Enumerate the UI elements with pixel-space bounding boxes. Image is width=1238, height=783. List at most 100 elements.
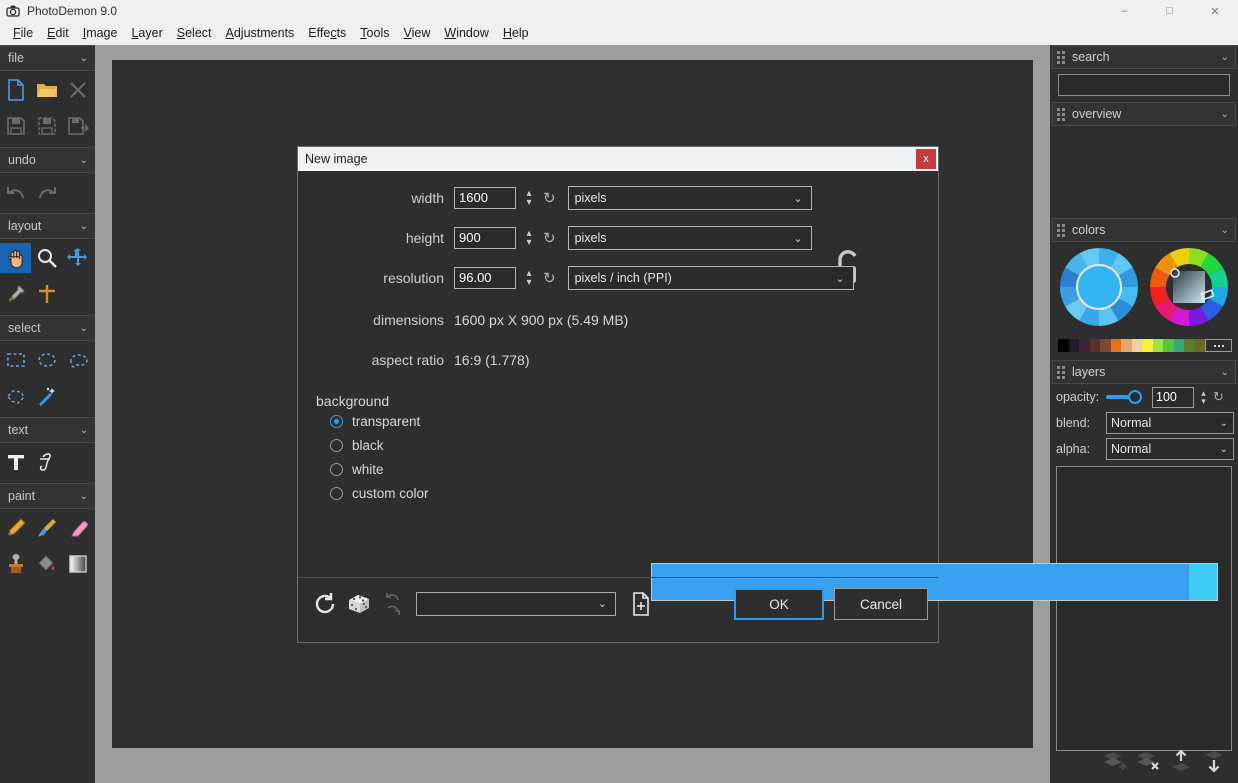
paint-bucket-icon[interactable] [31,549,62,579]
height-input[interactable]: 900 [454,227,516,249]
spinner-icon[interactable]: ▴▾ [522,189,536,207]
radio-white[interactable] [330,463,343,476]
polygon-select-icon[interactable] [0,381,31,411]
swatch[interactable] [1121,339,1132,352]
magnifier-zoom-icon[interactable] [31,243,62,273]
panel-header-search[interactable]: search ⌄ [1052,45,1236,69]
swatch[interactable] [1142,339,1153,352]
toolgroup-header-layout[interactable]: layout ⌄ [0,213,95,239]
radio-transparent[interactable] [330,415,343,428]
close-x-icon[interactable] [62,75,93,105]
undo-arrow-icon[interactable] [0,177,31,207]
resolution-input[interactable]: 96.00 [454,267,516,289]
menu-view[interactable]: View [396,23,437,44]
alpha-mode-select[interactable]: Normal ⌄ [1106,438,1234,460]
radio-custom-color[interactable] [330,487,343,500]
toolgroup-header-file[interactable]: file ⌄ [0,45,95,71]
ellipse-select-icon[interactable] [31,345,62,375]
menu-file[interactable]: File [6,23,40,44]
search-input[interactable] [1058,74,1230,96]
more-colors-button[interactable] [1205,339,1232,352]
background-option-black[interactable]: black [330,433,938,457]
crosshair-measure-icon[interactable] [31,279,62,309]
opacity-value-input[interactable]: 100 [1152,387,1194,408]
dice-icon[interactable] [342,587,376,621]
swatch[interactable] [1069,339,1080,352]
menu-window[interactable]: Window [437,23,495,44]
background-option-transparent[interactable]: transparent [330,409,938,433]
spinner-icon[interactable]: ▴▾ [1198,389,1209,405]
swatch[interactable] [1058,339,1069,352]
magic-wand-icon[interactable] [31,381,62,411]
drag-grip-icon[interactable] [1055,365,1067,379]
cancel-button[interactable]: Cancel [834,588,928,620]
save-preset-file-icon[interactable] [624,587,658,621]
reset-arrow-icon[interactable]: ↻ [543,269,556,287]
panel-header-colors[interactable]: colors ⌄ [1052,218,1236,242]
swatch[interactable] [1195,339,1206,352]
redo-arrow-icon[interactable] [31,177,62,207]
slider-knob[interactable] [1128,390,1142,404]
menu-select[interactable]: Select [170,23,219,44]
toolgroup-header-select[interactable]: select ⌄ [0,315,95,341]
pencil-icon[interactable] [0,513,31,543]
height-unit-select[interactable]: pixels ⌄ [568,226,812,250]
custom-color-secondary[interactable] [1189,564,1217,600]
delete-layer-icon[interactable] [1136,750,1160,777]
swatch[interactable] [1090,339,1101,352]
menu-edit[interactable]: Edit [40,23,76,44]
toolgroup-header-text[interactable]: text ⌄ [0,417,95,443]
preset-select[interactable]: ⌄ [416,592,616,616]
clone-stamp-icon[interactable] [0,549,31,579]
background-option-custom-color[interactable]: custom color [330,481,938,505]
width-input[interactable]: 1600 [454,187,516,209]
lasso-select-icon[interactable] [62,345,93,375]
save-copy-icon[interactable] [62,111,93,141]
panel-header-layers[interactable]: layers ⌄ [1052,360,1236,384]
layer-list[interactable] [1056,466,1232,751]
background-option-white[interactable]: white [330,457,938,481]
save-icon[interactable] [0,111,31,141]
drag-grip-icon[interactable] [1055,50,1067,64]
menu-adjustments[interactable]: Adjustments [219,23,302,44]
menu-tools[interactable]: Tools [353,23,396,44]
maximize-button[interactable]: □ [1147,0,1192,22]
swatch[interactable] [1079,339,1090,352]
minimize-button[interactable]: – [1102,0,1147,22]
spinner-icon[interactable]: ▴▾ [522,229,536,247]
recent-color-wheel[interactable] [1058,246,1140,333]
resolution-unit-select[interactable]: pixels / inch (PPI) ⌄ [568,266,854,290]
move-arrows-icon[interactable] [62,243,93,273]
spinner-icon[interactable]: ▴▾ [522,269,536,287]
swatch[interactable] [1163,339,1174,352]
color-swatch-strip[interactable] [1058,339,1232,352]
drag-grip-icon[interactable] [1055,107,1067,121]
reset-arrow-icon[interactable]: ↻ [543,229,556,247]
panel-header-overview[interactable]: overview ⌄ [1052,102,1236,126]
radio-black[interactable] [330,439,343,452]
width-unit-select[interactable]: pixels ⌄ [568,186,812,210]
reset-arrow-icon[interactable]: ↻ [543,189,556,207]
menu-image[interactable]: Image [76,23,125,44]
add-layer-icon[interactable] [1103,750,1127,777]
hand-pan-icon[interactable] [0,243,31,273]
opacity-slider[interactable] [1106,388,1148,406]
save-as-icon[interactable] [31,111,62,141]
fancy-text-icon[interactable] [31,447,62,477]
rectangle-select-icon[interactable] [0,345,31,375]
menu-layer[interactable]: Layer [124,23,169,44]
hue-saturation-wheel[interactable] [1148,246,1230,333]
eyedropper-icon[interactable] [0,279,31,309]
new-file-icon[interactable] [0,75,31,105]
swatch[interactable] [1174,339,1185,352]
swatch[interactable] [1184,339,1195,352]
swatch[interactable] [1132,339,1143,352]
open-folder-icon[interactable] [31,75,62,105]
ok-button[interactable]: OK [734,588,824,620]
undo-redo-small-icons[interactable] [376,587,410,621]
swatch[interactable] [1100,339,1111,352]
paintbrush-icon[interactable] [31,513,62,543]
gradient-icon[interactable] [62,549,93,579]
reset-circular-arrow-icon[interactable] [308,587,342,621]
swatch[interactable] [1111,339,1122,352]
